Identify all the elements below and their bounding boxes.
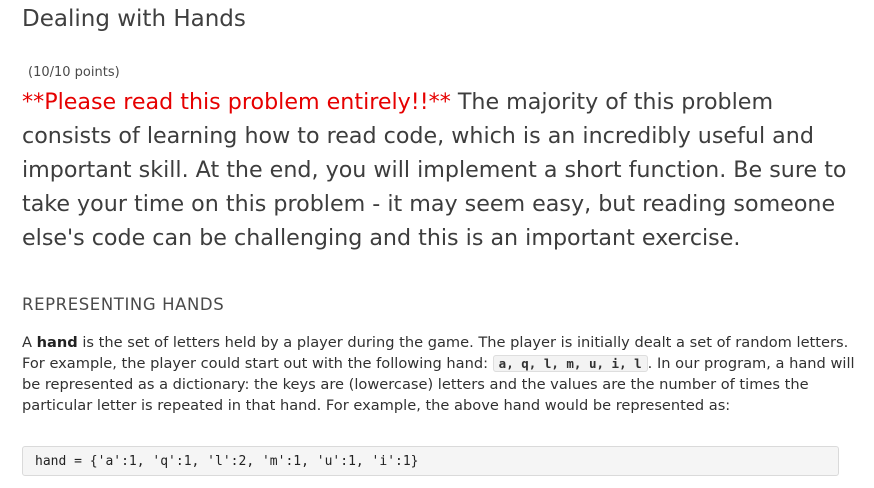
problem-title: Dealing with Hands <box>22 6 246 32</box>
warning-text: **Please read this problem entirely!!** <box>22 89 451 115</box>
hand-description: A hand is the set of letters held by a p… <box>22 332 857 416</box>
inline-code-hand: a, q, l, m, u, i, l <box>492 355 648 372</box>
points-label: (10/10 points) <box>28 65 120 80</box>
hand-term: hand <box>36 334 78 351</box>
code-block: hand = {'a':1, 'q':1, 'l':2, 'm':1, 'u':… <box>22 446 839 476</box>
para-part-1: A <box>22 334 37 351</box>
intro-text: **Please read this problem entirely!!** … <box>22 85 857 255</box>
section-heading: REPRESENTING HANDS <box>22 295 225 314</box>
